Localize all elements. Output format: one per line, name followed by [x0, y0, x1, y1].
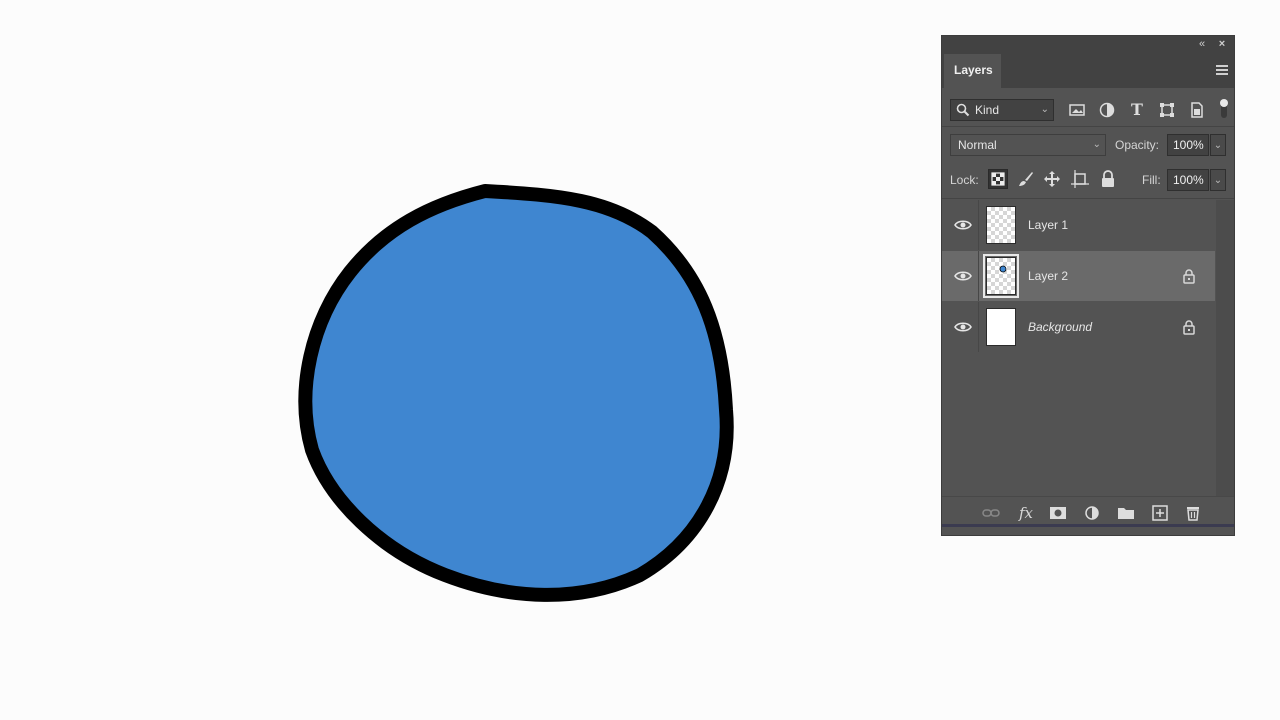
group-folder-icon[interactable] [1117, 505, 1135, 521]
opacity-field[interactable]: 100% [1167, 134, 1209, 156]
artboard-lock-icon[interactable] [1070, 169, 1090, 189]
close-panel-button[interactable]: × [1215, 37, 1229, 51]
divider [978, 302, 979, 352]
adjustment-layer-icon[interactable] [1083, 505, 1101, 521]
blend-mode-select[interactable]: Normal ⌄ [950, 134, 1106, 156]
panel-tab-bar: Layers [942, 52, 1234, 88]
panel-bottom-edge [942, 524, 1234, 527]
layer-name[interactable]: Background [1028, 302, 1092, 352]
panel-menu-icon[interactable] [1216, 65, 1228, 75]
thumbnail-blob-icon [999, 265, 1007, 273]
new-layer-icon[interactable] [1151, 505, 1169, 521]
layer-thumbnail [983, 254, 1019, 298]
add-mask-icon[interactable] [1049, 505, 1067, 521]
image-filter-icon[interactable] [1068, 101, 1086, 119]
filter-kind-label: Kind [975, 103, 1000, 117]
layer-name[interactable]: Layer 2 [1028, 251, 1068, 301]
type-filter-icon[interactable]: T [1128, 101, 1146, 119]
layers-panel: « × Layers Kind ⌄ T Normal ⌄ Opacity: 10… [941, 35, 1235, 536]
fx-icon[interactable]: fx [1017, 505, 1035, 521]
lock-all-icon[interactable] [1098, 169, 1118, 189]
divider [978, 200, 979, 250]
shape-filter-icon[interactable] [1158, 101, 1176, 119]
filter-toggle-switch[interactable] [1220, 98, 1228, 120]
layer-row-layer-1[interactable]: Layer 1 [942, 200, 1215, 250]
checker-lock-icon [991, 172, 1005, 186]
layer-row-background[interactable]: Background [942, 302, 1215, 352]
layer-thumbnail [986, 206, 1016, 244]
lock-label: Lock: [950, 173, 979, 187]
smart-object-filter-icon[interactable] [1188, 101, 1206, 119]
layers-scrollbar[interactable] [1216, 200, 1234, 500]
eye-icon[interactable] [954, 320, 972, 334]
eye-icon[interactable] [954, 269, 972, 283]
blue-blob-shape [298, 184, 734, 602]
fill-field[interactable]: 100% [1167, 169, 1209, 191]
opacity-dropdown-icon[interactable]: ⌄ [1210, 134, 1226, 156]
chevron-down-icon: ⌄ [1040, 104, 1049, 115]
tab-layers[interactable]: Layers [944, 54, 1001, 88]
search-icon [956, 103, 970, 117]
fill-label: Fill: [1142, 173, 1161, 187]
lock-icon [1183, 269, 1195, 284]
layers-bottom-toolbar: fx [942, 496, 1234, 527]
layers-list: Layer 1 Layer 2 Background [942, 200, 1215, 355]
layer-row-layer-2[interactable]: Layer 2 [942, 251, 1215, 301]
blend-mode-value: Normal [958, 138, 997, 152]
fill-dropdown-icon[interactable]: ⌄ [1210, 169, 1226, 191]
eye-icon[interactable] [954, 218, 972, 232]
adjustment-filter-icon[interactable] [1098, 101, 1116, 119]
layer-thumbnail [986, 308, 1016, 346]
lock-icon [1183, 320, 1195, 335]
link-layers-icon[interactable] [982, 505, 1000, 521]
collapse-panel-button[interactable]: « [1195, 37, 1209, 51]
trash-icon[interactable] [1184, 505, 1202, 521]
opacity-label: Opacity: [1115, 138, 1160, 152]
divider [942, 198, 1234, 199]
layer-name[interactable]: Layer 1 [1028, 200, 1068, 250]
panel-title-bar: « × [942, 36, 1234, 52]
move-lock-icon[interactable] [1042, 169, 1062, 189]
brush-lock-icon[interactable] [1016, 169, 1036, 189]
divider [942, 126, 1234, 127]
filter-kind-select[interactable]: Kind ⌄ [950, 99, 1054, 121]
lock-transparent-pixels-button[interactable] [988, 169, 1008, 189]
chevron-down-icon: ⌄ [1092, 139, 1101, 150]
divider [978, 251, 979, 301]
